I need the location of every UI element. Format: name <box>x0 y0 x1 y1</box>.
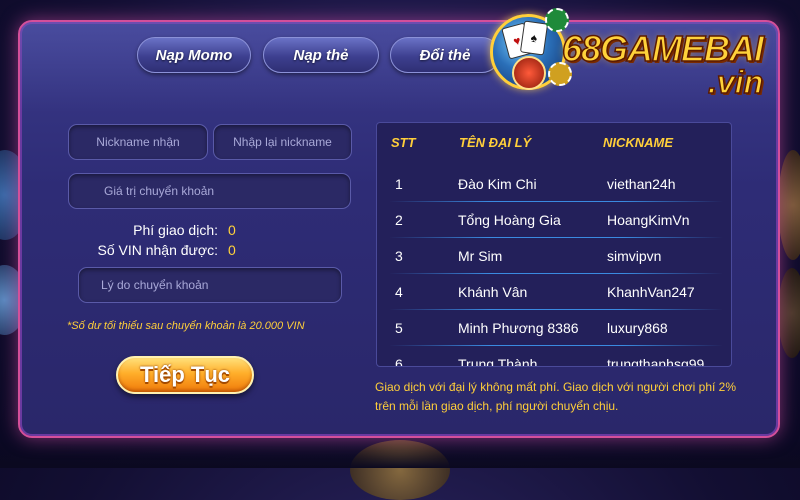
tab-nap-the[interactable]: Nạp thẻ <box>263 37 379 73</box>
amount-input[interactable]: Giá trị chuyển khoản <box>68 173 351 209</box>
logo-domain: .vin <box>707 63 764 101</box>
playing-card-icon: ♠ <box>519 20 549 56</box>
cell-nickname: simvipvn <box>607 248 662 264</box>
column-header-nickname: NICKNAME <box>603 135 674 150</box>
table-row[interactable]: 5 Minh Phương 8386 luxury868 <box>377 310 731 346</box>
fee-value: 0 <box>228 222 236 238</box>
table-row[interactable]: 6 Trung Thành trungthanhsg99 <box>377 346 731 367</box>
cell-stt: 4 <box>395 284 403 300</box>
table-row[interactable]: 1 Đào Kim Chi viethan24h <box>377 166 731 202</box>
cell-nickname: luxury868 <box>607 320 668 336</box>
cell-name: Mr Sim <box>458 248 503 264</box>
reason-input[interactable]: Lý do chuyển khoản <box>78 267 342 303</box>
cell-nickname: KhanhVan247 <box>607 284 695 300</box>
nickname-confirm-input[interactable]: Nhập lại nickname <box>213 124 352 160</box>
tab-doi-the[interactable]: Đổi thẻ <box>390 37 500 73</box>
min-balance-note: *Số dư tối thiểu sau chuyển khoản là 20.… <box>67 320 305 332</box>
fee-label: Phí giao dịch: <box>133 222 218 238</box>
cell-nickname: viethan24h <box>607 176 676 192</box>
column-header-name: TÊN ĐẠI LÝ <box>459 135 532 150</box>
cell-nickname: HoangKimVn <box>607 212 690 228</box>
table-row[interactable]: 2 Tổng Hoàng Gia HoangKimVn <box>377 202 731 238</box>
cell-stt: 1 <box>395 176 403 192</box>
table-row[interactable]: 3 Mr Sim simvipvn <box>377 238 731 274</box>
cell-name: Trung Thành <box>458 356 538 367</box>
cell-name: Minh Phương 8386 <box>458 320 579 336</box>
background-decoration <box>778 268 800 358</box>
agents-table: STT TÊN ĐẠI LÝ NICKNAME 1 Đào Kim Chi vi… <box>376 122 732 367</box>
dice-icon <box>512 56 546 90</box>
cell-name: Tổng Hoàng Gia <box>458 212 561 228</box>
cell-name: Khánh Vân <box>458 284 528 300</box>
cell-nickname: trungthanhsg99 <box>607 356 705 367</box>
column-header-stt: STT <box>391 135 416 150</box>
tab-nap-momo[interactable]: Nạp Momo <box>137 37 251 73</box>
cell-stt: 3 <box>395 248 403 264</box>
background-decoration <box>778 150 800 260</box>
bottom-bar <box>0 440 800 468</box>
received-label: Số VIN nhận được: <box>97 242 218 258</box>
cell-stt: 2 <box>395 212 403 228</box>
table-row[interactable]: 4 Khánh Vân KhanhVan247 <box>377 274 731 310</box>
received-value: 0 <box>228 242 236 258</box>
fee-policy-note: Giao dịch với đại lý không mất phí. Giao… <box>375 380 737 413</box>
cell-name: Đào Kim Chi <box>458 176 537 192</box>
nickname-input[interactable]: Nickname nhận <box>68 124 208 160</box>
cell-stt: 5 <box>395 320 403 336</box>
continue-button[interactable]: Tiếp Tục <box>116 356 254 394</box>
cell-stt: 6 <box>395 356 403 367</box>
